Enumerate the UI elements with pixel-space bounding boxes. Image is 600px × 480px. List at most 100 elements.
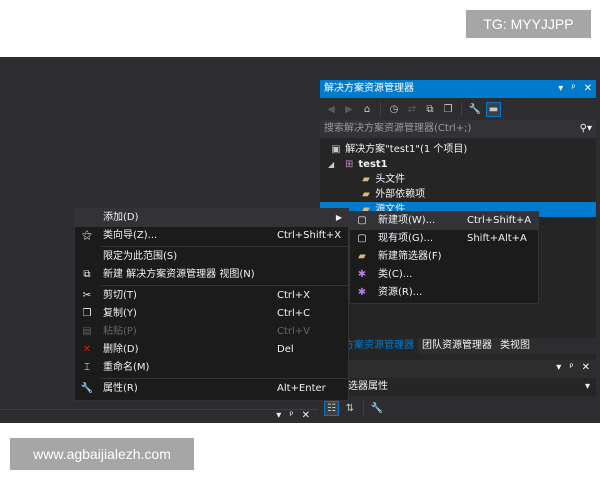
sync-icon[interactable]: ⇄ xyxy=(405,102,419,116)
menu-item-shortcut: Ctrl+C xyxy=(277,308,311,319)
menu-item-new-item[interactable]: ▢ 新建项(W)... Ctrl+Shift+A xyxy=(350,212,538,230)
collapse-all-icon[interactable]: ⧉ xyxy=(423,102,437,116)
cut-icon: ✂ xyxy=(82,290,92,301)
preview-icon[interactable]: ▬ xyxy=(486,101,501,117)
menu-item-class-wizard[interactable]: ⚝ 类向导(Z)... Ctrl+Shift+X xyxy=(75,227,348,245)
menu-item-cut[interactable]: ✂ 剪切(T) Ctrl+X xyxy=(75,287,348,305)
project-icon: ⊞ xyxy=(344,159,354,170)
menu-item-shortcut: Ctrl+Shift+X xyxy=(277,230,342,241)
menu-item-shortcut: Ctrl+Shift+A xyxy=(467,215,532,226)
toolbar-divider xyxy=(363,401,364,415)
menu-item-class[interactable]: ✱ 类(C)... xyxy=(350,266,538,284)
show-all-files-icon[interactable]: ❐ xyxy=(441,102,455,116)
back-icon[interactable]: ◀ xyxy=(324,102,338,116)
menu-item-scope-to-this[interactable]: 限定为此范围(S) xyxy=(75,248,348,266)
close-icon[interactable]: ✕ xyxy=(582,360,590,376)
chevron-down-icon[interactable]: ▾ xyxy=(585,378,590,396)
tab-team-explorer[interactable]: 团队资源管理器 xyxy=(418,338,496,354)
class-icon: ✱ xyxy=(357,269,367,280)
menu-separator xyxy=(101,378,348,379)
solution-explorer-search[interactable]: 搜索解决方案资源管理器(Ctrl+;) ⚲▾ xyxy=(320,120,596,138)
pending-changes-icon[interactable]: ◷ xyxy=(387,102,401,116)
close-icon[interactable]: ✕ xyxy=(584,80,592,98)
dropdown-icon[interactable]: ▾ xyxy=(276,410,281,421)
search-icon[interactable]: ⚲▾ xyxy=(580,120,592,138)
menu-item-shortcut: Shift+Alt+A xyxy=(467,233,527,244)
tab-class-view[interactable]: 类视图 xyxy=(496,338,534,354)
categorized-icon[interactable]: ☷ xyxy=(324,400,339,416)
properties-icon: 🔧 xyxy=(80,383,94,394)
menu-separator xyxy=(101,246,348,247)
menu-item-shortcut: Del xyxy=(277,344,294,355)
paste-icon: ▤ xyxy=(82,326,92,337)
menu-item-label: 类(C)... xyxy=(378,269,413,280)
property-pages-icon[interactable]: 🔧 xyxy=(370,401,384,415)
properties-toolbar: ☷ ⇅ 🔧 xyxy=(320,398,596,418)
close-icon[interactable]: ✕ xyxy=(302,410,310,421)
menu-item-add[interactable]: 添加(D) ▶ xyxy=(75,209,348,227)
menu-item-label: 粘贴(P) xyxy=(103,326,137,337)
tree-item-project[interactable]: ◢ ⊞ test1 xyxy=(320,157,596,172)
copy-icon: ❐ xyxy=(82,308,92,319)
menu-item-label: 剪切(T) xyxy=(103,290,137,301)
menu-item-label: 新建筛选器(F) xyxy=(378,251,442,262)
forward-icon[interactable]: ▶ xyxy=(342,102,356,116)
menu-item-paste[interactable]: ▤ 粘贴(P) Ctrl+V xyxy=(75,323,348,341)
home-icon[interactable]: ⌂ xyxy=(360,102,374,116)
properties-wrench-icon[interactable]: 🔧 xyxy=(468,102,482,116)
add-submenu: ▢ 新建项(W)... Ctrl+Shift+A ▢ 现有项(G)... Shi… xyxy=(349,211,539,304)
toolbar-divider xyxy=(380,102,381,116)
context-menu: 添加(D) ▶ ⚝ 类向导(Z)... Ctrl+Shift+X 限定为此范围(… xyxy=(74,208,349,401)
visual-studio-window: 解决方案资源管理器 ▾ ᵖ ✕ ◀ ▶ ⌂ ◷ ⇄ ⧉ ❐ 🔧 ▬ 搜索解决方案… xyxy=(0,57,600,423)
menu-item-new-view[interactable]: ⧉ 新建 解决方案资源管理器 视图(N) xyxy=(75,266,348,284)
solution-explorer-titlebar: 解决方案资源管理器 ▾ ᵖ ✕ xyxy=(320,80,596,98)
menu-item-shortcut: Alt+Enter xyxy=(277,383,326,394)
menu-item-label: 重命名(M) xyxy=(103,362,150,373)
solution-icon: ▣ xyxy=(331,144,341,155)
menu-item-properties[interactable]: 🔧 属性(R) Alt+Enter xyxy=(75,380,348,398)
properties-titlebar: ▾ ᵖ ✕ xyxy=(320,360,596,376)
properties-object-selector[interactable]: 筛选器属性 ▾ xyxy=(320,378,596,396)
menu-item-rename[interactable]: ⌶ 重命名(M) xyxy=(75,359,348,377)
new-item-icon: ▢ xyxy=(357,215,367,226)
menu-item-label: 属性(R) xyxy=(103,383,138,394)
menu-item-shortcut: Ctrl+V xyxy=(277,326,311,337)
dropdown-icon[interactable]: ▾ xyxy=(558,80,563,98)
folder-icon: ▰ xyxy=(362,174,370,185)
solution-explorer-title: 解决方案资源管理器 xyxy=(324,83,414,94)
tree-item-label: 外部依赖项 xyxy=(375,189,426,200)
submenu-arrow-icon: ▶ xyxy=(335,213,342,222)
expander-icon[interactable]: ◢ xyxy=(328,157,340,172)
alphabetical-icon[interactable]: ⇅ xyxy=(343,401,357,415)
solution-tree: ▣ 解决方案"test1"(1 个项目) ◢ ⊞ test1 ▰ 头文件 ▰ 外… xyxy=(320,142,596,217)
new-filter-icon: ▰ xyxy=(358,251,366,262)
menu-item-label: 资源(R)... xyxy=(378,287,423,298)
menu-item-delete[interactable]: ✕ 删除(D) Del xyxy=(75,341,348,359)
menu-item-label: 删除(D) xyxy=(103,344,139,355)
tree-item-label: 解决方案"test1"(1 个项目) xyxy=(345,144,468,155)
panel-tabs: 解决方案资源管理器 团队资源管理器 类视图 xyxy=(320,338,600,354)
dropdown-icon[interactable]: ▾ xyxy=(556,360,561,376)
pin-icon[interactable]: ᵖ xyxy=(289,410,293,421)
watermark-bottom: www.agbaijialezh.com xyxy=(10,438,194,470)
delete-icon: ✕ xyxy=(82,344,92,355)
menu-item-copy[interactable]: ❐ 复制(Y) Ctrl+C xyxy=(75,305,348,323)
menu-item-label: 复制(Y) xyxy=(103,308,137,319)
menu-item-existing-item[interactable]: ▢ 现有项(G)... Shift+Alt+A xyxy=(350,230,538,248)
pin-icon[interactable]: ᵖ xyxy=(569,360,573,376)
tree-item-external-deps[interactable]: ▰ 外部依赖项 xyxy=(320,187,596,202)
menu-separator xyxy=(101,285,348,286)
menu-item-label: 添加(D) xyxy=(103,212,139,223)
tree-item-label: test1 xyxy=(358,159,388,170)
menu-item-label: 新建 解决方案资源管理器 视图(N) xyxy=(103,269,255,280)
menu-item-resource[interactable]: ✱ 资源(R)... xyxy=(350,284,538,302)
search-placeholder: 搜索解决方案资源管理器(Ctrl+;) xyxy=(324,123,472,134)
menu-item-shortcut: Ctrl+X xyxy=(277,290,311,301)
menu-item-new-filter[interactable]: ▰ 新建筛选器(F) xyxy=(350,248,538,266)
tree-item-header-files[interactable]: ▰ 头文件 xyxy=(320,172,596,187)
pin-icon[interactable]: ᵖ xyxy=(571,80,575,98)
tree-item-solution[interactable]: ▣ 解决方案"test1"(1 个项目) xyxy=(320,142,596,157)
solution-explorer-toolbar: ◀ ▶ ⌂ ◷ ⇄ ⧉ ❐ 🔧 ▬ xyxy=(320,98,596,120)
watermark-top: TG: MYYJJPP xyxy=(466,10,591,38)
class-wizard-icon: ⚝ xyxy=(82,230,92,241)
